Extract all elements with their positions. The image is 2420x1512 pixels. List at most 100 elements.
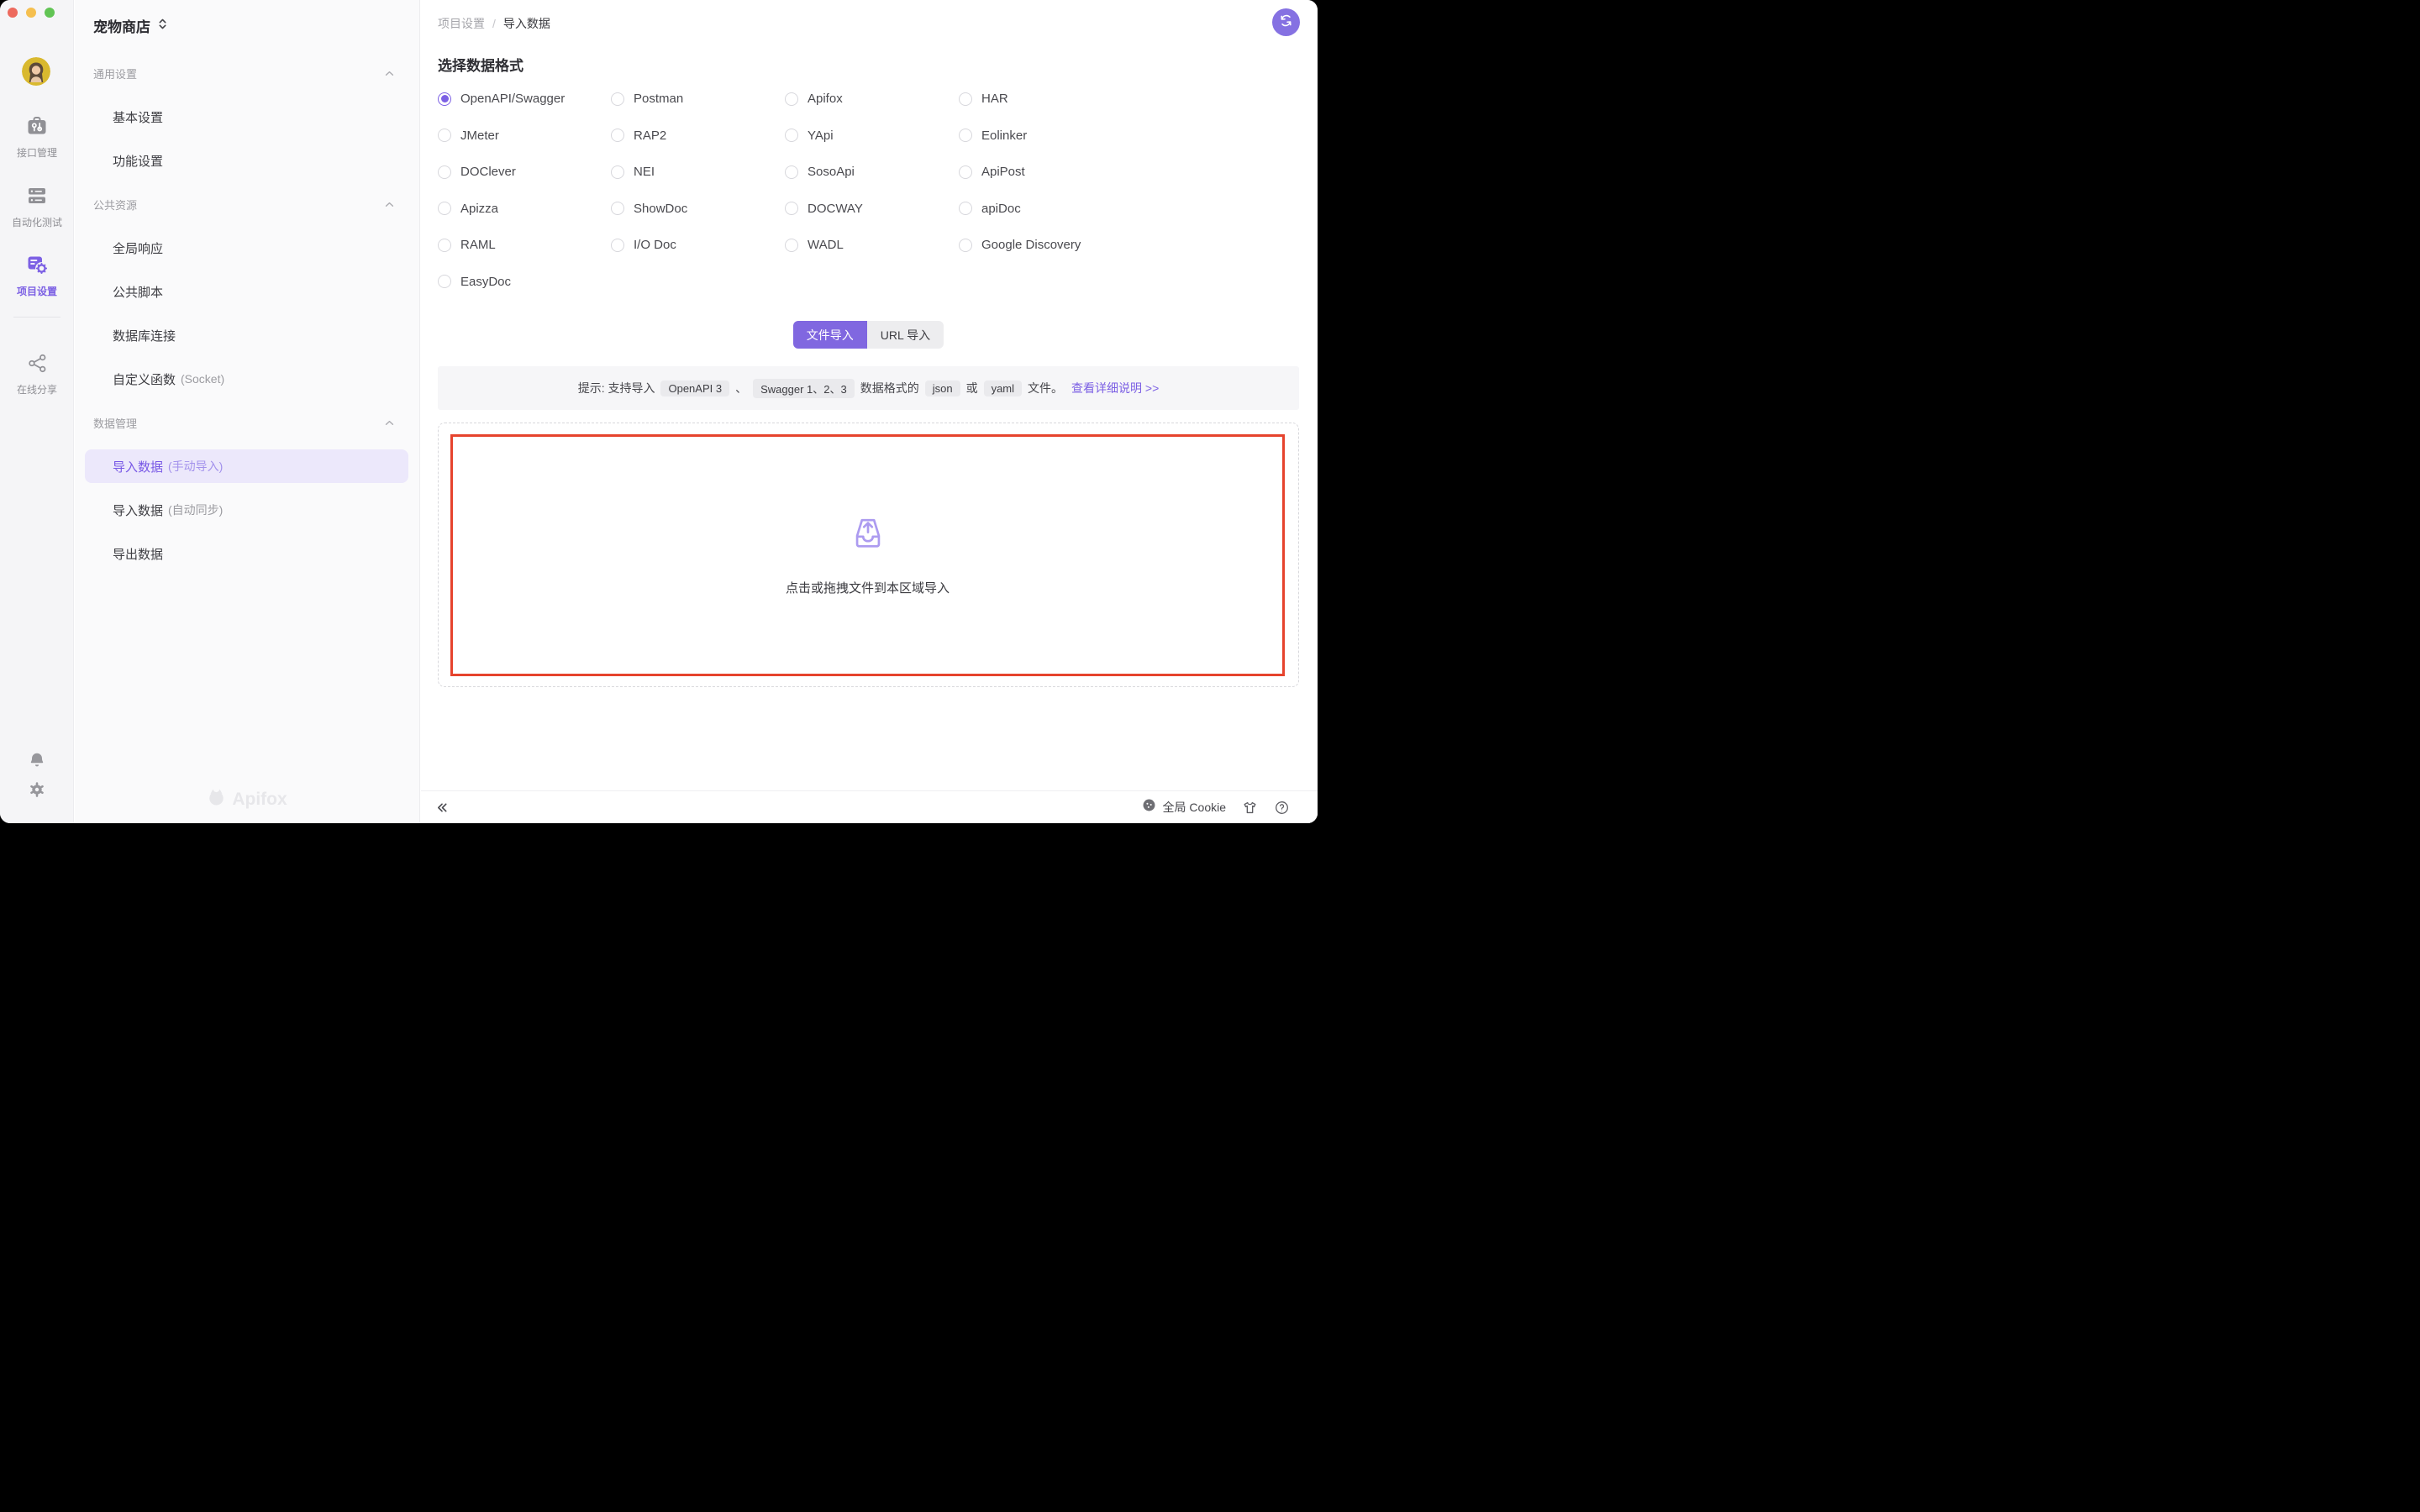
format-option-i-o-doc[interactable]: I/O Doc bbox=[611, 227, 785, 264]
format-option-rap2[interactable]: RAP2 bbox=[611, 118, 785, 155]
format-label: DOClever bbox=[460, 165, 516, 179]
radio-icon bbox=[611, 165, 624, 179]
sidebar-item-basic-settings[interactable]: 基本设置 bbox=[75, 95, 419, 139]
section-title: 数据管理 bbox=[93, 415, 137, 431]
import-mode-tabs: 文件导入 URL 导入 bbox=[438, 321, 1299, 349]
format-label: EasyDoc bbox=[460, 275, 511, 289]
project-selector-arrows-icon bbox=[158, 18, 167, 34]
format-option-wadl[interactable]: WADL bbox=[785, 227, 959, 264]
radio-icon bbox=[959, 92, 972, 106]
rail-divider bbox=[13, 317, 60, 318]
radio-icon bbox=[959, 165, 972, 179]
global-cookie-button[interactable]: 全局 Cookie bbox=[1142, 798, 1226, 816]
radio-icon bbox=[438, 202, 451, 215]
sidebar-item-export-data[interactable]: 导出数据 bbox=[75, 532, 419, 575]
format-option-jmeter[interactable]: JMeter bbox=[438, 118, 611, 155]
radio-icon bbox=[785, 165, 798, 179]
help-button[interactable] bbox=[1274, 800, 1290, 816]
tab-file-import[interactable]: 文件导入 bbox=[793, 321, 867, 349]
avatar[interactable] bbox=[22, 57, 50, 86]
traffic-lights bbox=[8, 8, 55, 18]
apifox-fox-icon bbox=[207, 788, 226, 811]
sidebar-item-database-connection[interactable]: 数据库连接 bbox=[75, 313, 419, 357]
sidebar-item-global-response[interactable]: 全局响应 bbox=[75, 226, 419, 270]
theme-tshirt-button[interactable] bbox=[1242, 800, 1258, 816]
sidebar-section-data-management[interactable]: 数据管理 bbox=[75, 401, 419, 444]
sidebar-item-import-data-manual-active[interactable]: 导入数据 (手动导入) bbox=[85, 449, 408, 483]
format-option-docway[interactable]: DOCWAY bbox=[785, 191, 959, 228]
rail-item-project-settings[interactable]: 项目设置 bbox=[0, 254, 74, 298]
breadcrumb-parent[interactable]: 项目设置 bbox=[438, 15, 485, 32]
format-option-doclever[interactable]: DOClever bbox=[438, 154, 611, 191]
tip-text: 提示: 支持导入 bbox=[578, 380, 655, 396]
sidebar-section-public-resources[interactable]: 公共资源 bbox=[75, 182, 419, 226]
tab-url-import[interactable]: URL 导入 bbox=[867, 321, 944, 349]
sync-refresh-button[interactable] bbox=[1272, 8, 1300, 36]
radio-icon bbox=[611, 92, 624, 106]
main-panel: 项目设置 / 导入数据 选择数据格式 OpenAP bbox=[421, 0, 1318, 823]
format-option-postman[interactable]: Postman bbox=[611, 81, 785, 118]
dropzone-label: 点击或拖拽文件到本区域导入 bbox=[786, 579, 950, 596]
breadcrumb-current: 导入数据 bbox=[503, 15, 550, 32]
app-window: 接口管理 自动化测试 bbox=[0, 0, 1318, 823]
statusbar: 全局 Cookie bbox=[421, 790, 1318, 823]
question-mark-icon bbox=[1274, 800, 1290, 816]
format-option-nei[interactable]: NEI bbox=[611, 154, 785, 191]
format-option-apidoc[interactable]: apiDoc bbox=[959, 191, 1299, 228]
format-label: JMeter bbox=[460, 129, 499, 143]
file-dropzone[interactable]: 点击或拖拽文件到本区域导入 bbox=[438, 423, 1299, 687]
rail-item-online-share[interactable]: 在线分享 bbox=[0, 353, 74, 396]
tip-separator: 、 bbox=[735, 380, 747, 396]
apifox-logo: Apifox bbox=[75, 788, 419, 811]
radio-icon bbox=[785, 202, 798, 215]
tshirt-icon bbox=[1242, 800, 1258, 816]
page-title: 选择数据格式 bbox=[438, 54, 523, 75]
close-button[interactable] bbox=[8, 8, 18, 18]
gear-icon bbox=[28, 788, 46, 802]
format-option-openapi-swagger[interactable]: OpenAPI/Swagger bbox=[438, 81, 611, 118]
format-option-apizza[interactable]: Apizza bbox=[438, 191, 611, 228]
rail-item-automated-testing[interactable]: 自动化测试 bbox=[0, 185, 74, 229]
format-option-apipost[interactable]: ApiPost bbox=[959, 154, 1299, 191]
tip-chip-openapi: OpenAPI 3 bbox=[660, 381, 729, 396]
sidebar-item-public-script[interactable]: 公共脚本 bbox=[75, 270, 419, 313]
tip-text: 文件。 bbox=[1028, 380, 1063, 396]
rail-item-api-management[interactable]: 接口管理 bbox=[0, 115, 74, 160]
item-label: 导入数据 bbox=[113, 501, 163, 519]
format-label: NEI bbox=[634, 165, 655, 179]
sidebar-item-import-data-auto[interactable]: 导入数据 (自动同步) bbox=[75, 488, 419, 532]
rail-item-label: 接口管理 bbox=[17, 145, 57, 160]
share-icon bbox=[27, 353, 48, 378]
format-label: YApi bbox=[808, 129, 834, 143]
minimize-button[interactable] bbox=[26, 8, 36, 18]
section-title: 公共资源 bbox=[93, 197, 137, 213]
view-details-link[interactable]: 查看详细说明 >> bbox=[1071, 380, 1159, 396]
radio-icon bbox=[438, 239, 451, 252]
format-option-yapi[interactable]: YApi bbox=[785, 118, 959, 155]
radio-icon bbox=[959, 202, 972, 215]
bell-icon bbox=[28, 759, 46, 773]
format-option-google-discovery[interactable]: Google Discovery bbox=[959, 227, 1299, 264]
notifications-bell-button[interactable] bbox=[28, 751, 46, 774]
item-suffix: (自动同步) bbox=[168, 501, 223, 518]
radio-icon bbox=[438, 275, 451, 288]
collapse-sidebar-button[interactable] bbox=[436, 801, 449, 814]
sidebar-item-feature-settings[interactable]: 功能设置 bbox=[75, 139, 419, 182]
sidebar-item-custom-function[interactable]: 自定义函数 (Socket) bbox=[75, 357, 419, 401]
zoom-button[interactable] bbox=[45, 8, 55, 18]
format-option-sosoapi[interactable]: SosoApi bbox=[785, 154, 959, 191]
format-label: WADL bbox=[808, 238, 844, 252]
sidebar-section-general-settings[interactable]: 通用设置 bbox=[75, 51, 419, 95]
chevron-up-icon bbox=[385, 415, 394, 430]
format-option-har[interactable]: HAR bbox=[959, 81, 1299, 118]
format-option-easydoc[interactable]: EasyDoc bbox=[438, 264, 611, 301]
double-chevron-left-icon bbox=[436, 801, 449, 814]
item-label: 全局响应 bbox=[113, 239, 163, 257]
radio-icon bbox=[785, 129, 798, 142]
format-option-apifox[interactable]: Apifox bbox=[785, 81, 959, 118]
format-option-raml[interactable]: RAML bbox=[438, 227, 611, 264]
format-option-showdoc[interactable]: ShowDoc bbox=[611, 191, 785, 228]
format-option-eolinker[interactable]: Eolinker bbox=[959, 118, 1299, 155]
settings-gear-button[interactable] bbox=[28, 780, 46, 803]
project-switcher[interactable]: 宠物商店 bbox=[75, 0, 419, 51]
